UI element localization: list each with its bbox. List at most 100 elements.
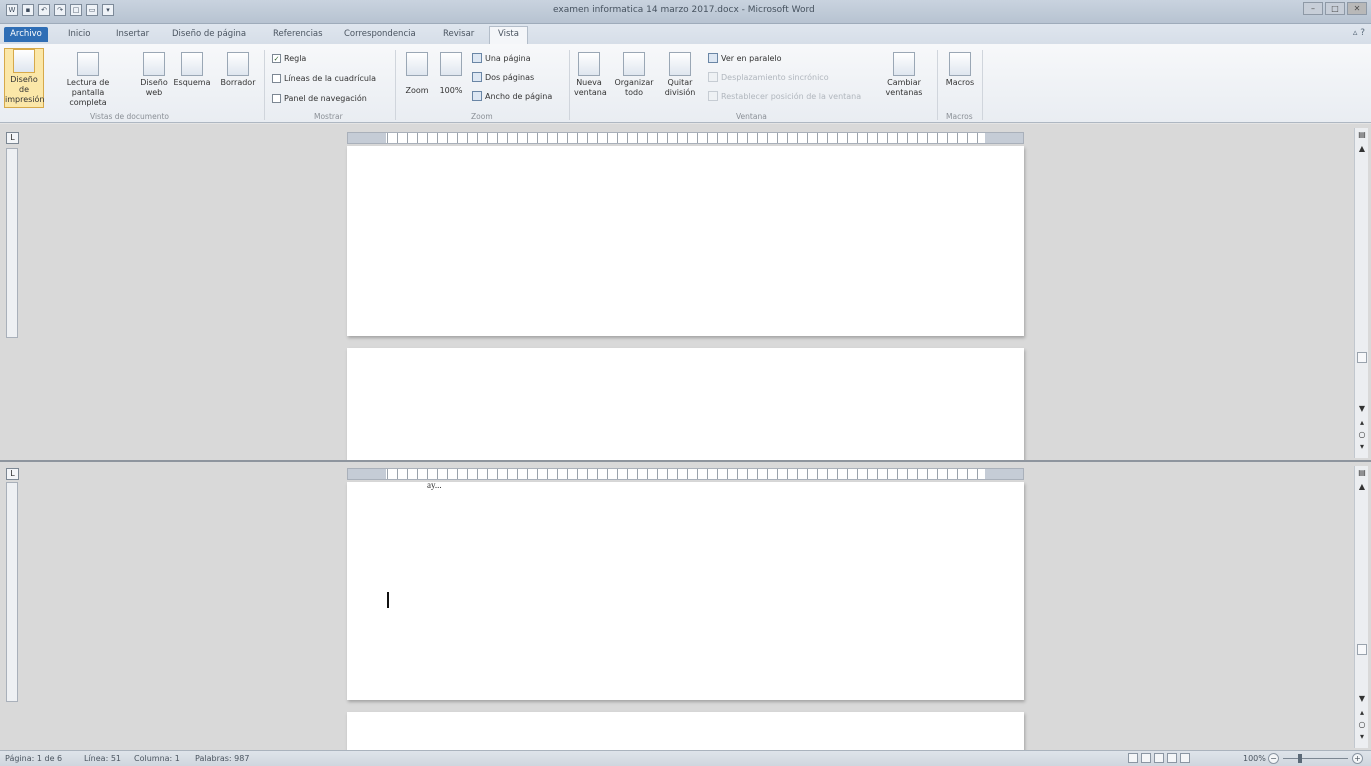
- checkbox-lineas-cuadricula[interactable]: Líneas de la cuadrícula: [272, 74, 376, 83]
- customize-qat-icon[interactable]: ▾: [102, 4, 114, 16]
- previous-page-icon[interactable]: ▴: [1357, 418, 1367, 428]
- tab-insertar[interactable]: Insertar: [116, 29, 149, 39]
- vertical-ruler: [6, 482, 18, 702]
- open-icon[interactable]: ▭: [86, 4, 98, 16]
- tab-diseno-pagina[interactable]: Diseño de página: [172, 29, 246, 39]
- web-layout-icon: [143, 52, 165, 76]
- arrange-all-button[interactable]: Organizar todo: [612, 52, 656, 98]
- zoom-slider-thumb[interactable]: [1298, 754, 1302, 763]
- close-button[interactable]: ✕: [1347, 2, 1367, 15]
- group-separator: [982, 50, 983, 120]
- tab-referencias[interactable]: Referencias: [273, 29, 323, 39]
- redo-icon[interactable]: ↷: [54, 4, 66, 16]
- document-page[interactable]: [347, 712, 1024, 750]
- zoom-100-button[interactable]: 100%: [436, 52, 466, 96]
- tab-inicio[interactable]: Inicio: [68, 29, 91, 39]
- browse-object-icon[interactable]: ○: [1357, 430, 1367, 440]
- sync-scroll-icon: [708, 72, 718, 82]
- vertical-scrollbar[interactable]: ▤ ▲ ▼ ▴ ○ ▾: [1354, 128, 1368, 458]
- print-layout-view-icon[interactable]: [1128, 753, 1138, 763]
- document-page[interactable]: ay...: [347, 480, 1024, 700]
- two-pages-icon: [472, 72, 482, 82]
- one-page-button[interactable]: Una página: [472, 53, 531, 63]
- scroll-down-arrow-icon[interactable]: ▼: [1357, 694, 1367, 704]
- page-width-button[interactable]: Ancho de página: [472, 91, 552, 101]
- two-pages-button[interactable]: Dos páginas: [472, 72, 534, 82]
- ribbon-tabs: Archivo Inicio Insertar Diseño de página…: [0, 24, 1371, 44]
- zoom-button[interactable]: Zoom: [402, 52, 432, 96]
- synchronous-scrolling-button[interactable]: Desplazamiento sincrónico: [708, 72, 829, 82]
- previous-page-icon[interactable]: ▴: [1357, 708, 1367, 718]
- window-title: examen informatica 14 marzo 2017.docx - …: [553, 5, 815, 15]
- tab-selector-icon[interactable]: L: [6, 132, 19, 144]
- ruler-margin-right: [985, 469, 1023, 479]
- view-side-by-side-button[interactable]: Ver en paralelo: [708, 53, 782, 63]
- next-page-icon[interactable]: ▾: [1357, 442, 1367, 452]
- reset-window-position-button[interactable]: Restablecer posición de la ventana: [708, 91, 861, 101]
- scrollbar-thumb[interactable]: [1357, 352, 1367, 363]
- scroll-down-arrow-icon[interactable]: ▼: [1357, 404, 1367, 414]
- minimize-button[interactable]: –: [1303, 2, 1323, 15]
- new-document-icon[interactable]: □: [70, 4, 82, 16]
- web-layout-button[interactable]: Diseño web: [138, 52, 170, 98]
- checkbox-regla[interactable]: ✓ Regla: [272, 54, 306, 63]
- web-layout-view-icon[interactable]: [1154, 753, 1164, 763]
- status-words[interactable]: Palabras: 987: [195, 754, 249, 763]
- save-icon[interactable]: ▪: [22, 4, 34, 16]
- tab-vista[interactable]: Vista: [489, 26, 528, 44]
- undo-icon[interactable]: ↶: [38, 4, 50, 16]
- status-page[interactable]: Página: 1 de 6: [5, 754, 62, 763]
- ruler-margin-left: [348, 133, 386, 143]
- full-screen-reading-button[interactable]: Lectura de pantalla completa: [56, 52, 120, 108]
- tab-archivo[interactable]: Archivo: [4, 27, 48, 42]
- status-bar: Página: 1 de 6 Línea: 51 Columna: 1 Pala…: [0, 750, 1371, 766]
- page-100-icon: [440, 52, 462, 76]
- vertical-ruler: [6, 148, 18, 338]
- group-separator: [569, 50, 570, 120]
- text-cursor: [387, 592, 389, 608]
- macros-icon: [949, 52, 971, 76]
- new-window-button[interactable]: Nueva ventana: [574, 52, 607, 98]
- maximize-button[interactable]: □: [1325, 2, 1345, 15]
- scroll-up-arrow-icon[interactable]: ▲: [1357, 144, 1367, 154]
- magnifier-icon: [406, 52, 428, 76]
- draft-button[interactable]: Borrador: [216, 52, 260, 88]
- scrollbar-thumb[interactable]: [1357, 644, 1367, 655]
- scroll-ruler-toggle-icon[interactable]: ▤: [1357, 130, 1367, 140]
- status-line[interactable]: Línea: 51: [84, 754, 121, 763]
- scroll-up-arrow-icon[interactable]: ▲: [1357, 482, 1367, 492]
- tab-selector-icon[interactable]: L: [6, 468, 19, 480]
- outline-view-icon[interactable]: [1167, 753, 1177, 763]
- checkbox-icon: [272, 74, 281, 83]
- document-page[interactable]: [347, 348, 1024, 460]
- document-pane-bottom: L ay... ▤ ▲ ▼ ▴ ○ ▾: [0, 462, 1371, 750]
- horizontal-ruler[interactable]: [347, 468, 1024, 480]
- print-layout-icon: [13, 49, 35, 73]
- draft-view-icon[interactable]: [1180, 753, 1190, 763]
- word-app-icon[interactable]: W: [6, 4, 18, 16]
- remove-split-button[interactable]: Quitar división: [660, 52, 700, 98]
- checkbox-panel-navegacion[interactable]: Panel de navegación: [272, 94, 367, 103]
- tab-revisar[interactable]: Revisar: [443, 29, 474, 39]
- outline-button[interactable]: Esquema: [172, 52, 212, 88]
- tab-correspondencia[interactable]: Correspondencia: [344, 29, 416, 39]
- side-by-side-icon: [708, 53, 718, 63]
- document-page[interactable]: [347, 146, 1024, 336]
- macros-button[interactable]: Macros: [943, 52, 977, 88]
- help-icon[interactable]: ▵ ?: [1353, 28, 1365, 38]
- zoom-out-icon[interactable]: −: [1268, 753, 1279, 764]
- zoom-slider-track[interactable]: [1283, 758, 1348, 759]
- browse-object-icon[interactable]: ○: [1357, 720, 1367, 730]
- scroll-ruler-toggle-icon[interactable]: ▤: [1357, 468, 1367, 478]
- status-column[interactable]: Columna: 1: [134, 754, 180, 763]
- zoom-level[interactable]: 100%: [1243, 754, 1266, 763]
- switch-windows-button[interactable]: Cambiar ventanas: [884, 52, 924, 98]
- next-page-icon[interactable]: ▾: [1357, 732, 1367, 742]
- page-width-icon: [472, 91, 482, 101]
- zoom-in-icon[interactable]: +: [1352, 753, 1363, 764]
- vertical-scrollbar[interactable]: ▤ ▲ ▼ ▴ ○ ▾: [1354, 466, 1368, 748]
- group-label-vistas: Vistas de documento: [90, 112, 169, 121]
- full-screen-view-icon[interactable]: [1141, 753, 1151, 763]
- print-layout-button[interactable]: Diseño de impresión: [4, 48, 44, 108]
- horizontal-ruler[interactable]: [347, 132, 1024, 144]
